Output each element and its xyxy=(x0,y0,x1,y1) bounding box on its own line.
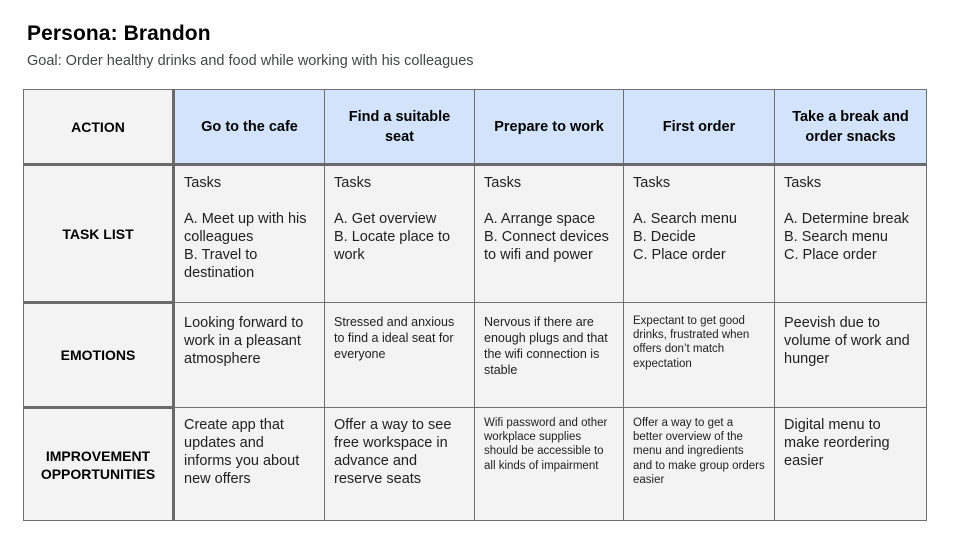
action-row: ACTION Go to the cafe Find a suitable se… xyxy=(23,89,927,166)
row-label-improvement: IMPROVEMENT OPPORTUNITIES xyxy=(23,407,175,521)
task-text: Tasks A. Meet up with his colleagues B. … xyxy=(184,175,307,281)
emotion-text: Expectant to get good drinks, frustrated… xyxy=(633,315,750,370)
emotion-text: Stressed and anxious to find a ideal sea… xyxy=(334,315,455,361)
row-label-emotions: EMOTIONS xyxy=(23,302,175,409)
phase-header-go-to-cafe: Go to the cafe xyxy=(173,89,325,166)
improvement-cell: Offer a way to get a better overview of … xyxy=(623,407,775,521)
emotion-cell: Looking forward to work in a pleasant at… xyxy=(173,302,325,408)
persona-title: Persona: Brandon xyxy=(27,22,211,45)
persona-goal: Goal: Order healthy drinks and food whil… xyxy=(27,53,474,69)
task-cell: Tasks A. Determine break B. Search menu … xyxy=(774,164,927,303)
task-cell: Tasks A. Get overview B. Locate place to… xyxy=(324,164,475,303)
row-label-improvement-text: IMPROVEMENT OPPORTUNITIES xyxy=(40,447,156,482)
phase-header-prepare-to-work: Prepare to work xyxy=(474,89,624,166)
phase-header-find-seat: Find a suitable seat xyxy=(324,89,475,166)
emotion-cell: Nervous if there are enough plugs and th… xyxy=(474,302,624,408)
task-text: Tasks A. Determine break B. Search menu … xyxy=(784,175,909,263)
phase-header-first-order: First order xyxy=(623,89,775,166)
row-label-task-list: TASK LIST xyxy=(23,164,175,304)
task-text: Tasks A. Search menu B. Decide C. Place … xyxy=(633,175,737,263)
improvement-row: IMPROVEMENT OPPORTUNITIES Create app tha… xyxy=(23,407,927,521)
row-label-action: ACTION xyxy=(23,89,175,166)
emotion-cell: Peevish due to volume of work and hunger xyxy=(774,302,927,408)
task-cell: Tasks A. Arrange space B. Connect device… xyxy=(474,164,624,303)
phase-header-take-break: Take a break and order snacks xyxy=(774,89,927,166)
improvement-text: Offer a way to see free workspace in adv… xyxy=(334,417,452,487)
emotion-text: Looking forward to work in a pleasant at… xyxy=(184,315,304,367)
emotion-cell: Expectant to get good drinks, frustrated… xyxy=(623,302,775,408)
task-cell: Tasks A. Search menu B. Decide C. Place … xyxy=(623,164,775,303)
emotion-cell: Stressed and anxious to find a ideal sea… xyxy=(324,302,475,408)
task-cell: Tasks A. Meet up with his colleagues B. … xyxy=(173,164,325,303)
journey-map-table: ACTION Go to the cafe Find a suitable se… xyxy=(23,89,927,521)
emotion-text: Peevish due to volume of work and hunger xyxy=(784,315,910,367)
emotion-text: Nervous if there are enough plugs and th… xyxy=(484,315,608,377)
improvement-cell: Offer a way to see free workspace in adv… xyxy=(324,407,475,521)
task-list-row: TASK LIST Tasks A. Meet up with his coll… xyxy=(23,164,927,304)
task-text: Tasks A. Arrange space B. Connect device… xyxy=(484,175,609,263)
improvement-cell: Digital menu to make reordering easier xyxy=(774,407,927,521)
improvement-text: Digital menu to make reordering easier xyxy=(784,417,890,469)
improvement-text: Create app that updates and informs you … xyxy=(184,417,300,487)
improvement-text: Offer a way to get a better overview of … xyxy=(633,417,765,486)
emotions-row: EMOTIONS Looking forward to work in a pl… xyxy=(23,302,927,409)
task-text: Tasks A. Get overview B. Locate place to… xyxy=(334,175,451,263)
improvement-cell: Create app that updates and informs you … xyxy=(173,407,325,521)
improvement-cell: Wifi password and other workplace suppli… xyxy=(474,407,624,521)
improvement-text: Wifi password and other workplace suppli… xyxy=(484,417,608,472)
